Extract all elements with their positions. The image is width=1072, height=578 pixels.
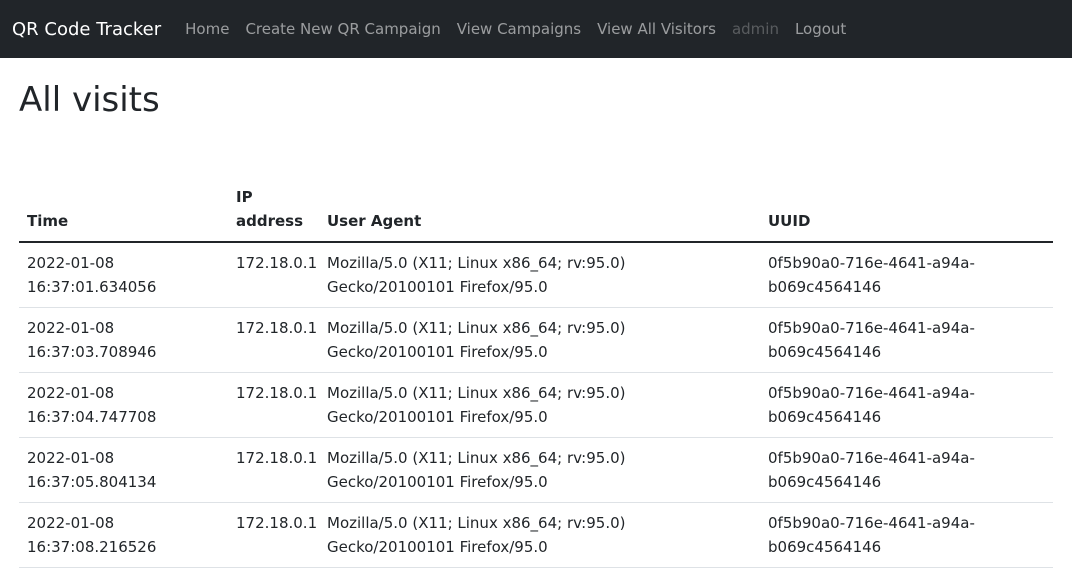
nav-create-campaign-link[interactable]: Create New QR Campaign	[245, 20, 440, 38]
cell-ip: 172.18.0.1	[228, 241, 319, 308]
cell-user-agent: Mozilla/5.0 (X11; Linux x86_64; rv:95.0)…	[319, 372, 760, 438]
cell-uuid: 0f5b90a0-716e-4641-a94a-b069c4564146	[760, 502, 1053, 568]
visits-table: Time IP address User Agent UUID 2022-01-…	[19, 176, 1053, 568]
table-row: 2022-01-08 16:37:08.216526 172.18.0.1 Mo…	[19, 502, 1053, 568]
nav-home-link[interactable]: Home	[185, 20, 229, 38]
cell-time: 2022-01-08 16:37:05.804134	[19, 437, 228, 503]
brand-link[interactable]: QR Code Tracker	[12, 19, 161, 40]
nav-username: admin	[731, 20, 779, 38]
cell-ip: 172.18.0.1	[228, 437, 319, 503]
header-ip-address: IP address	[228, 176, 319, 243]
table-row: 2022-01-08 16:37:04.747708 172.18.0.1 Mo…	[19, 372, 1053, 438]
cell-uuid: 0f5b90a0-716e-4641-a94a-b069c4564146	[760, 307, 1053, 373]
header-uuid: UUID	[760, 176, 1053, 243]
cell-user-agent: Mozilla/5.0 (X11; Linux x86_64; rv:95.0)…	[319, 437, 760, 503]
cell-ip: 172.18.0.1	[228, 307, 319, 373]
header-time: Time	[19, 176, 228, 243]
cell-ip: 172.18.0.1	[228, 502, 319, 568]
cell-time: 2022-01-08 16:37:03.708946	[19, 307, 228, 373]
cell-time: 2022-01-08 16:37:04.747708	[19, 372, 228, 438]
cell-uuid: 0f5b90a0-716e-4641-a94a-b069c4564146	[760, 437, 1053, 503]
cell-time: 2022-01-08 16:37:08.216526	[19, 502, 228, 568]
nav-view-visitors-link[interactable]: View All Visitors	[597, 20, 716, 38]
table-row: 2022-01-08 16:37:01.634056 172.18.0.1 Mo…	[19, 241, 1053, 308]
cell-ip: 172.18.0.1	[228, 372, 319, 438]
nav-links: Home Create New QR Campaign View Campaig…	[185, 20, 862, 38]
main-content: All visits Time IP address User Agent UU…	[0, 80, 1072, 568]
nav-logout-link[interactable]: Logout	[795, 20, 846, 38]
cell-uuid: 0f5b90a0-716e-4641-a94a-b069c4564146	[760, 241, 1053, 308]
header-user-agent: User Agent	[319, 176, 760, 243]
page-title: All visits	[19, 80, 160, 120]
nav-view-campaigns-link[interactable]: View Campaigns	[457, 20, 581, 38]
cell-user-agent: Mozilla/5.0 (X11; Linux x86_64; rv:95.0)…	[319, 241, 760, 308]
cell-user-agent: Mozilla/5.0 (X11; Linux x86_64; rv:95.0)…	[319, 307, 760, 373]
cell-uuid: 0f5b90a0-716e-4641-a94a-b069c4564146	[760, 372, 1053, 438]
table-row: 2022-01-08 16:37:05.804134 172.18.0.1 Mo…	[19, 437, 1053, 503]
top-navbar: QR Code Tracker Home Create New QR Campa…	[0, 0, 1072, 58]
table-header-row: Time IP address User Agent UUID	[19, 176, 1053, 243]
table-row: 2022-01-08 16:37:03.708946 172.18.0.1 Mo…	[19, 307, 1053, 373]
cell-user-agent: Mozilla/5.0 (X11; Linux x86_64; rv:95.0)…	[319, 502, 760, 568]
cell-time: 2022-01-08 16:37:01.634056	[19, 241, 228, 308]
